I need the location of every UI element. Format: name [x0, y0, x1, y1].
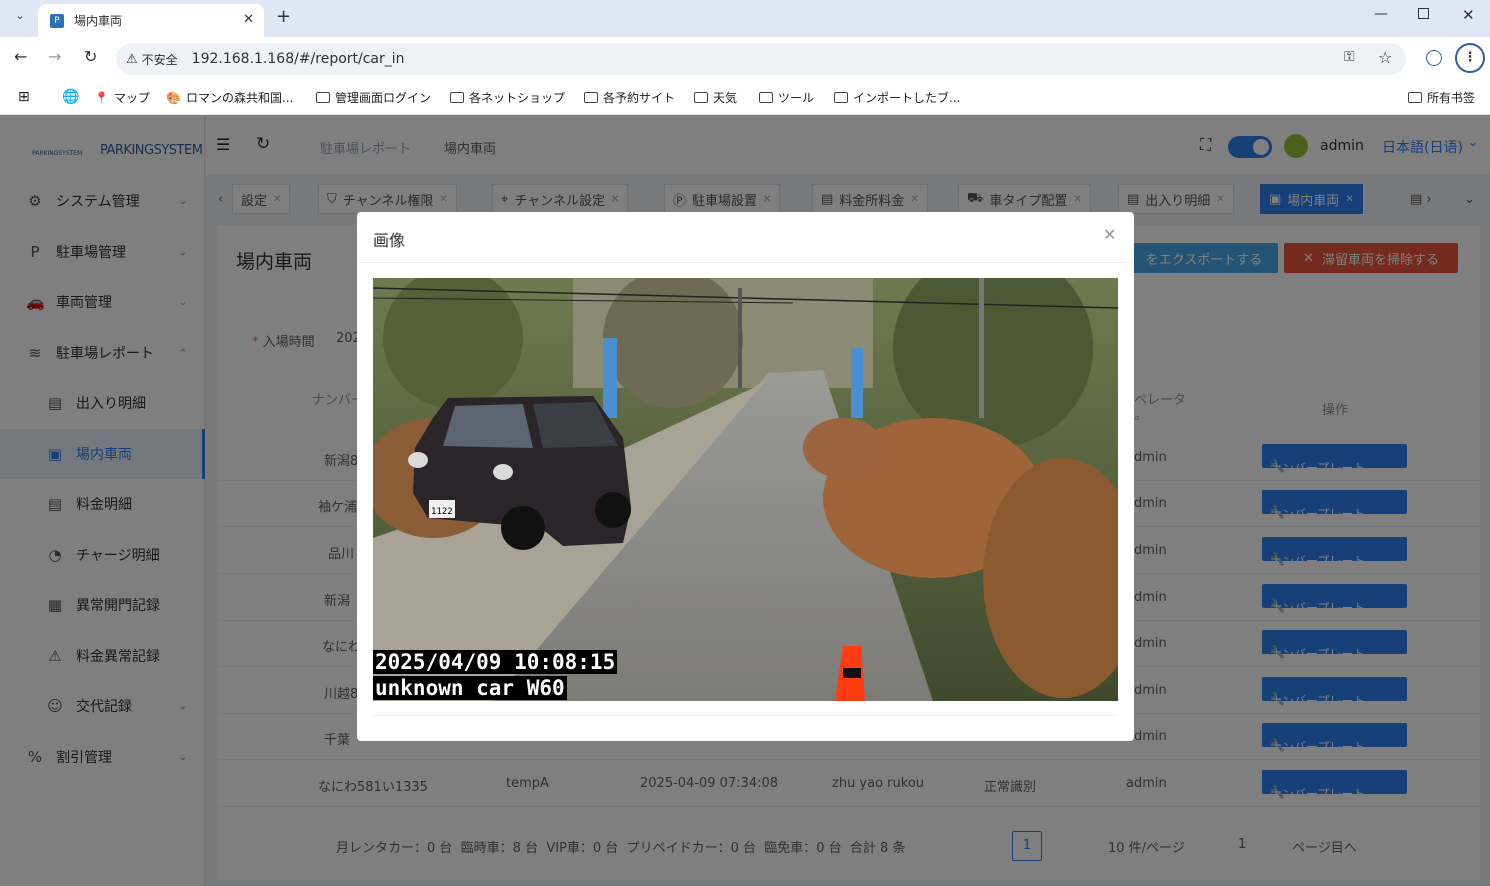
url-bar[interactable]: ⚠ 不安全 192.168.1.168/#/report/car_in ⚿ ☆ — [116, 43, 1406, 75]
close-tab-icon[interactable]: ✕ — [243, 12, 254, 27]
bookmark-admin[interactable]: 管理画面ログイン — [316, 89, 431, 106]
folder-icon — [450, 92, 464, 103]
url-text: 192.168.1.168/#/report/car_in — [191, 51, 405, 67]
bookmark-all[interactable]: 所有书签 — [1408, 89, 1475, 106]
restore-icon[interactable] — [1418, 8, 1429, 19]
apps-icon[interactable]: ⊞ — [18, 89, 30, 105]
bookmark-weather[interactable]: 天気 — [694, 89, 737, 106]
minimize-icon[interactable]: — — [1374, 6, 1388, 22]
camera-snapshot: 1122 2025/04/09 10:08:15 unknown car W60 — [373, 278, 1118, 701]
folder-icon — [834, 92, 848, 103]
bookmark-maps[interactable]: 📍 マップ — [94, 89, 150, 106]
bookmark-tools[interactable]: ツール — [759, 89, 814, 106]
forward-icon[interactable]: → — [48, 47, 61, 66]
reload-icon[interactable]: ↻ — [84, 47, 97, 66]
browser-tab-bar: ⌄ P 場内車両 ✕ + — ✕ — [0, 0, 1490, 37]
tab-search-icon[interactable]: ⌄ — [10, 9, 30, 29]
folder-icon — [584, 92, 598, 103]
new-tab-icon[interactable]: + — [276, 6, 291, 27]
address-bar-row: ← → ↻ ⚠ 不安全 192.168.1.168/#/report/car_i… — [0, 37, 1490, 81]
close-window-icon[interactable]: ✕ — [1462, 6, 1475, 24]
vehicle-plate: 1122 — [431, 507, 453, 517]
profile-icon[interactable] — [1426, 50, 1442, 66]
osd-timestamp: 2025/04/09 10:08:15 — [373, 650, 618, 674]
folder-icon — [316, 92, 330, 103]
bookmark-roman[interactable]: 🎨 ロマンの森共和国... — [166, 89, 293, 106]
close-icon[interactable]: ✕ — [1103, 225, 1116, 244]
image-dialog: 画像 ✕ 1122 2025/04/09 10:08:15 unknown ca… — [357, 212, 1134, 741]
dialog-title: 画像 — [373, 231, 406, 250]
folder-icon — [694, 92, 708, 103]
bookmark-booking[interactable]: 各予約サイト — [584, 89, 675, 106]
key-icon[interactable]: ⚿ — [1344, 49, 1355, 65]
star-icon[interactable]: ☆ — [1378, 48, 1392, 67]
back-icon[interactable]: ← — [14, 47, 27, 66]
browser-tab[interactable]: P 場内車両 ✕ — [38, 4, 264, 37]
map-pin-icon: 📍 — [94, 90, 109, 105]
site-icon: 🎨 — [166, 90, 181, 105]
tab-title: 場内車両 — [74, 14, 123, 28]
bookmarks-bar: ⊞ 🌐 📍 マップ 🎨 ロマンの森共和国... 管理画面ログイン 各ネットショップ … — [0, 81, 1490, 115]
security-label: 不安全 — [141, 52, 178, 67]
globe-icon[interactable]: 🌐 — [62, 89, 79, 105]
folder-icon — [1408, 92, 1422, 103]
camera-scene: 1122 — [373, 278, 1118, 701]
favicon-icon: P — [50, 13, 64, 28]
bookmark-imported[interactable]: インポートしたブ... — [834, 89, 960, 106]
folder-icon — [759, 92, 773, 103]
osd-label: unknown car W60 — [373, 676, 567, 700]
menu-icon[interactable]: ⋮ — [1455, 43, 1485, 73]
bookmark-shops[interactable]: 各ネットショップ — [450, 89, 565, 106]
warning-icon: ⚠ — [126, 51, 138, 67]
